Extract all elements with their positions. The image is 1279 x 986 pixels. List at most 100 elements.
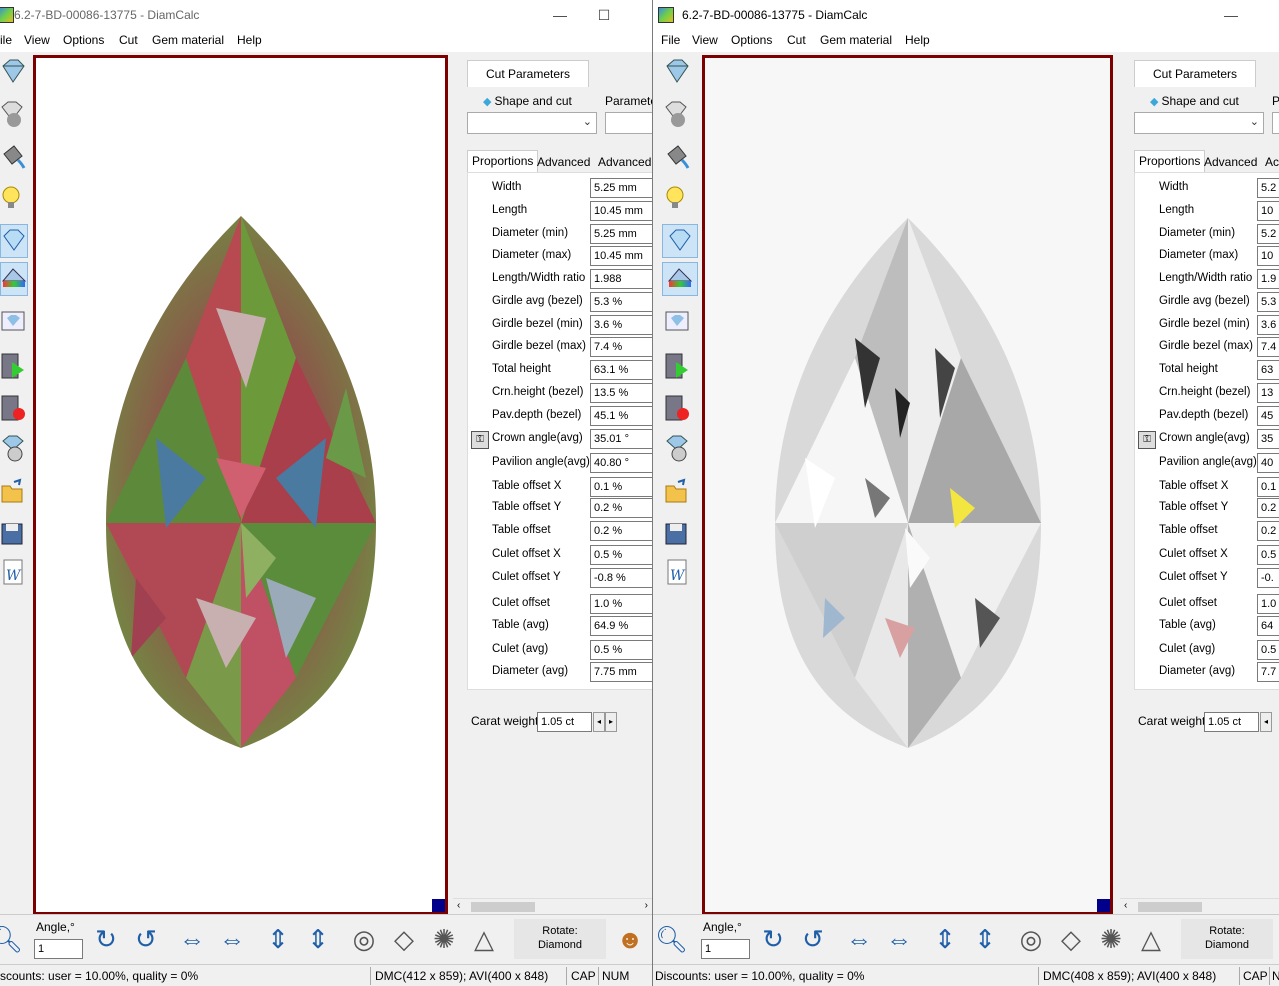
scroll-left-icon[interactable]: ‹ — [457, 900, 460, 911]
screen-diamond-icon[interactable] — [664, 306, 690, 338]
light-bulb-icon[interactable] — [0, 182, 26, 214]
proportion-value-input[interactable]: 13.5 % — [590, 383, 652, 403]
proportion-value-input[interactable]: 0.5 % — [590, 640, 652, 660]
tab-cut-parameters[interactable]: Cut Parameters — [1134, 60, 1256, 87]
proportion-value-input[interactable]: 0.2 % — [590, 498, 652, 518]
word-export-icon[interactable]: W — [664, 556, 690, 588]
play-video-icon[interactable] — [664, 350, 690, 382]
proportion-value-input[interactable]: 0.1 — [1257, 477, 1279, 497]
menu-gem-material[interactable]: Gem material — [820, 33, 892, 47]
diamond-render-icon[interactable] — [662, 224, 698, 258]
proportion-value-input[interactable]: 40 — [1257, 453, 1279, 473]
proportion-value-input[interactable]: 40.80 ° — [590, 453, 652, 473]
angle-select[interactable]: 1 — [701, 939, 750, 959]
menu-view[interactable]: View — [24, 33, 50, 47]
save-icon[interactable] — [664, 518, 690, 550]
record-video-icon[interactable] — [0, 392, 26, 424]
flip-vertical-right-icon[interactable]: ⇔ — [216, 923, 248, 955]
menu-options[interactable]: Options — [731, 33, 772, 47]
scrollbar-thumb[interactable] — [471, 902, 535, 912]
proportion-value-input[interactable]: -0. — [1257, 568, 1279, 588]
diamond-wheel-icon[interactable] — [0, 432, 26, 464]
title-bar[interactable]: 6.2-7-BD-00086-13775 - DiamCalc — — [653, 0, 1279, 30]
menu-cut[interactable]: Cut — [787, 33, 806, 47]
proportion-value-input[interactable]: 7.75 mm — [590, 662, 652, 682]
rotate-ccw-icon[interactable]: ↻ — [90, 923, 122, 955]
record-video-icon[interactable] — [664, 392, 690, 424]
proportion-value-input[interactable]: 5.3 % — [590, 292, 652, 312]
diamond-view-icon[interactable] — [0, 56, 26, 88]
tilt-down-icon[interactable]: ⇕ — [969, 923, 1001, 955]
flip-vertical-left-icon[interactable]: ⇔ — [843, 923, 875, 955]
proportion-value-input[interactable]: 13 — [1257, 383, 1279, 403]
shape-cut-dropdown[interactable]: ⌄ — [1134, 112, 1264, 134]
rotate-target[interactable]: Rotate: Diamond — [514, 919, 606, 959]
save-icon[interactable] — [0, 518, 26, 550]
zoom-icon[interactable]: 🔍︎ — [0, 923, 23, 955]
carat-weight-input[interactable]: 1.05 ct — [537, 712, 592, 732]
proportion-value-input[interactable]: 10.45 mm — [590, 201, 652, 221]
rotate-ccw-icon[interactable]: ↻ — [757, 923, 789, 955]
open-folder-icon[interactable] — [664, 476, 690, 508]
carat-increase-button[interactable]: ▸ — [605, 712, 617, 732]
angle-select[interactable]: 1 — [34, 939, 83, 959]
tilt-down-icon[interactable]: ⇕ — [302, 923, 334, 955]
light-bulb-icon[interactable] — [664, 182, 690, 214]
proportion-value-input[interactable]: 35 — [1257, 429, 1279, 449]
proportion-value-input[interactable]: 3.6 % — [590, 315, 652, 335]
screen-diamond-icon[interactable] — [0, 306, 26, 338]
proportion-value-input[interactable]: 3.6 — [1257, 315, 1279, 335]
parameter-field[interactable] — [1272, 112, 1279, 134]
carat-decrease-button[interactable]: ◂ — [593, 712, 605, 732]
shape-cut-dropdown[interactable]: ⌄ — [467, 112, 597, 134]
proportion-value-input[interactable]: 5.2 — [1257, 224, 1279, 244]
minimize-button[interactable]: — — [1213, 4, 1249, 26]
tab-advanced-2[interactable]: Advanced — [594, 152, 652, 172]
top-view-icon[interactable]: ◎ — [348, 923, 380, 955]
menu-view[interactable]: View — [692, 33, 718, 47]
lock-icon[interactable]: ⚿ — [471, 431, 489, 449]
scroll-left-icon[interactable]: ‹ — [1124, 900, 1127, 911]
word-export-icon[interactable]: W — [0, 556, 26, 588]
tab-proportions[interactable]: Proportions — [1134, 150, 1206, 173]
viewport-resize-handle[interactable] — [1097, 899, 1110, 912]
proportion-value-input[interactable]: 5.3 — [1257, 292, 1279, 312]
spectrum-icon[interactable] — [662, 262, 698, 296]
side-view-icon[interactable]: ◇ — [1055, 923, 1087, 955]
tab-cut-parameters[interactable]: Cut Parameters — [467, 60, 589, 87]
proportion-value-input[interactable]: 45 — [1257, 406, 1279, 426]
tab-advanced[interactable]: Advanced — [1200, 152, 1261, 172]
proportion-value-input[interactable]: 7.4 % — [590, 337, 652, 357]
panel-horizontal-scrollbar[interactable]: ‹ › — [453, 898, 652, 915]
bottom-view-icon[interactable]: ✺ — [428, 923, 460, 955]
proportion-value-input[interactable]: 1.0 — [1257, 594, 1279, 614]
maximize-button[interactable]: ☐ — [586, 4, 622, 26]
flip-vertical-right-icon[interactable]: ⇔ — [883, 923, 915, 955]
proportion-value-input[interactable]: 5.2 — [1257, 178, 1279, 198]
proportion-value-input[interactable]: 0.2 — [1257, 498, 1279, 518]
proportion-value-input[interactable]: 10 — [1257, 201, 1279, 221]
proportion-value-input[interactable]: 5.25 mm — [590, 224, 652, 244]
menu-gem-material[interactable]: Gem material — [152, 33, 224, 47]
diamond-sphere-icon[interactable] — [0, 98, 26, 130]
scrollbar-thumb[interactable] — [1138, 902, 1202, 912]
diamond-view-icon[interactable] — [664, 56, 690, 88]
rotate-cw-icon[interactable]: ↺ — [797, 923, 829, 955]
proportion-value-input[interactable]: 7.4 — [1257, 337, 1279, 357]
proportion-value-input[interactable]: 64.9 % — [590, 616, 652, 636]
proportion-value-input[interactable]: 10.45 mm — [590, 246, 652, 266]
diamond-viewport[interactable] — [33, 55, 448, 915]
diamond-viewport[interactable] — [702, 55, 1113, 915]
viewport-resize-handle[interactable] — [432, 899, 445, 912]
proportion-value-input[interactable]: 1.988 — [590, 269, 652, 289]
minimize-button[interactable]: — — [542, 4, 578, 26]
tilt-up-icon[interactable]: ⇕ — [929, 923, 961, 955]
title-bar[interactable]: 6.2-7-BD-00086-13775 - DiamCalc — ☐ — [0, 0, 652, 30]
proportion-value-input[interactable]: 10 — [1257, 246, 1279, 266]
parameter-field[interactable] — [605, 112, 652, 134]
perspective-view-icon[interactable]: △ — [468, 923, 500, 955]
person-rotate-icon[interactable]: ☻ — [614, 923, 646, 955]
proportion-value-input[interactable]: 64 — [1257, 616, 1279, 636]
tab-advanced[interactable]: Advanced — [533, 152, 594, 172]
panel-horizontal-scrollbar[interactable]: ‹ — [1120, 898, 1279, 915]
